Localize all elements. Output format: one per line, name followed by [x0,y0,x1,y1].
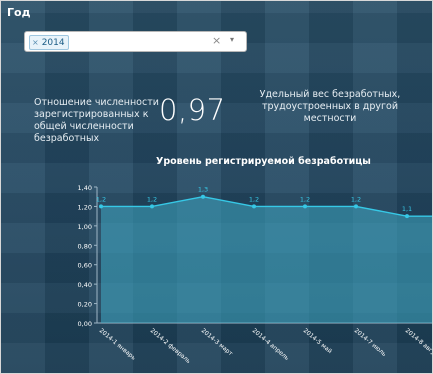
kpi-relocated-share-label: Удельный вес безработных, трудоустроенны… [259,89,401,124]
selected-year-chip[interactable]: × 2014 [29,35,69,50]
y-tick-label: 0,60 [78,262,92,270]
kpi-registered-ratio-value: 0,97 [159,93,226,127]
year-filter-label: Год [7,6,31,19]
y-tick-label: 0,80 [78,242,92,250]
data-point [303,204,307,209]
y-tick-label: 0,20 [78,301,92,309]
year-select[interactable]: × 2014 × ▾ [24,31,247,52]
x-tick-label: 2014-5 май [302,327,334,355]
series-area [101,196,432,323]
data-label: 1,2 [147,195,157,203]
clear-selection-icon[interactable]: × [212,34,221,47]
chart-title: Уровень регистрируемой безработицы [156,156,371,167]
x-tick-label: 2014-1 январь [98,327,138,362]
selected-year-value: 2014 [41,38,65,48]
data-label: 1,2 [351,195,361,203]
data-label: 1,1 [402,205,412,213]
y-tick-label: 1,00 [78,223,92,231]
data-point [201,194,205,199]
y-tick-label: 1,20 [78,203,92,211]
x-tick-label: 2014-2 февраль [149,327,192,365]
y-tick-label: 1,40 [78,184,92,192]
dashboard-panel: Год × 2014 × ▾ Отношение численности заре… [0,0,433,374]
remove-year-icon[interactable]: × [32,38,39,47]
x-tick-label: 2014-7 июль [353,327,388,358]
x-tick-label: 2014-4 апрель [251,327,291,362]
data-label: 1,2 [249,195,259,203]
kpi-registered-ratio-label: Отношение численности зарегистрированных… [34,97,159,144]
data-label: 1,2 [300,195,310,203]
unemployment-area-chart: 0,00 0,20 0,40 0,60 0,80 1,00 1,20 1,40 1,2 2014-… [78,184,433,365]
data-point [405,214,409,219]
x-tick-label: 2014-3 март [200,327,235,358]
y-tick-label: 0,40 [78,281,92,289]
x-tick-label: 2014-8 август [404,327,433,361]
data-point [99,204,103,209]
data-point [252,204,256,209]
data-label: 1,3 [198,186,208,194]
data-point [354,204,358,209]
dropdown-caret-icon[interactable]: ▾ [230,35,234,44]
data-label: 1,2 [96,195,106,203]
data-point [150,204,154,209]
y-tick-label: 0,00 [78,320,92,328]
